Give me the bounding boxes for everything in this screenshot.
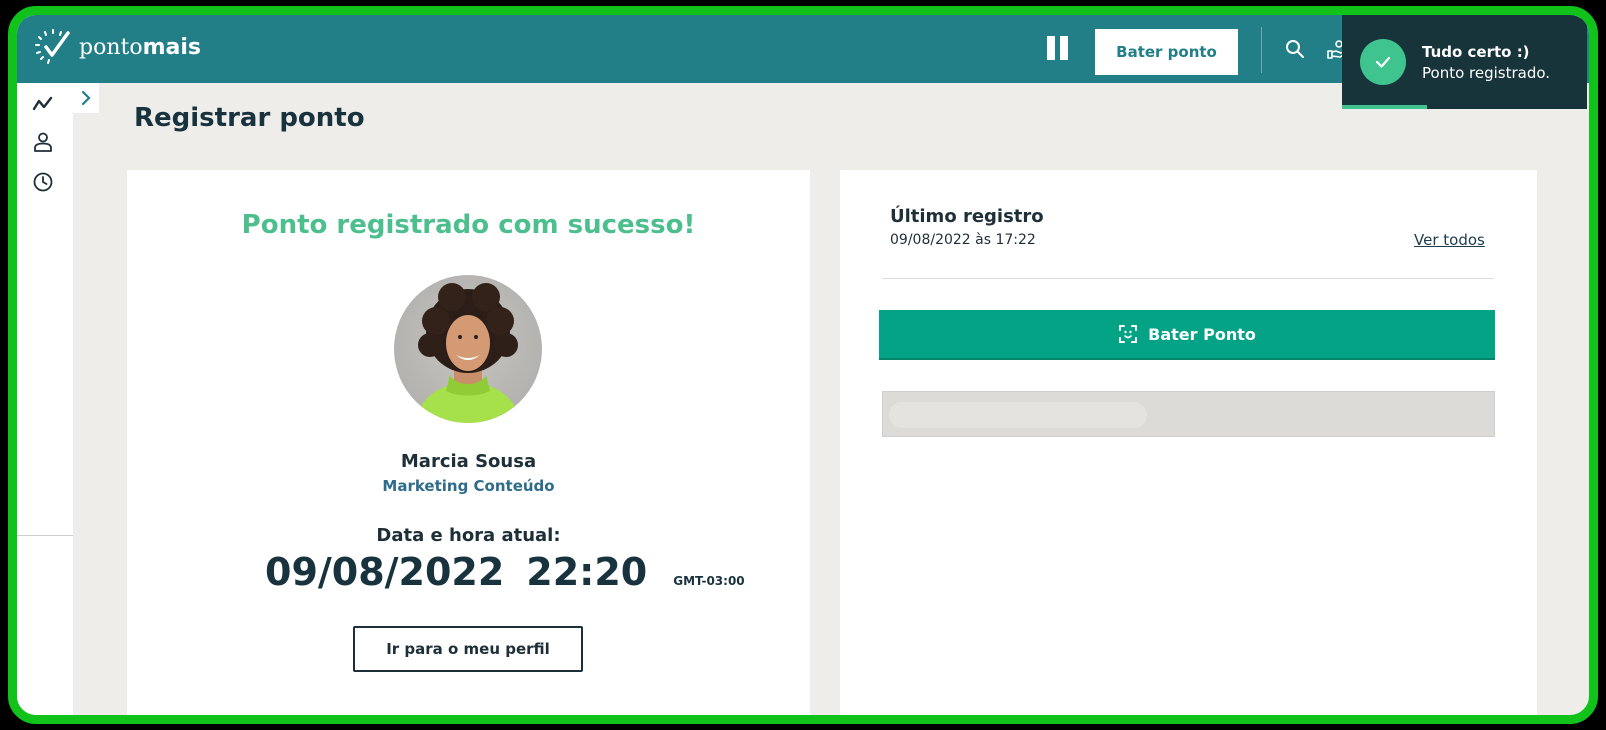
last-record-label: Último registro [890, 206, 1044, 227]
sidebar-expand-chevron-icon[interactable] [73, 83, 99, 113]
last-record-value: 09/08/2022 às 17:22 [890, 232, 1036, 248]
user-icon[interactable] [32, 131, 54, 153]
toast-title: Tudo certo :) [1422, 42, 1530, 61]
chart-line-icon[interactable] [32, 93, 54, 115]
logo-check-icon [35, 29, 70, 64]
success-toast[interactable]: Tudo certo :) Ponto registrado. [1342, 15, 1587, 109]
ultimo-registro-card: Último registro 09/08/2022 às 17:22 Ver … [840, 170, 1537, 715]
brand-name: pontomais [79, 34, 201, 60]
toast-text: Tudo certo :) Ponto registrado. [1422, 43, 1550, 82]
user-name: Marcia Sousa [400, 451, 537, 472]
app-window: pontomais Bater ponto Tudo certo :) Pont… [8, 6, 1598, 724]
pause-icon[interactable] [1047, 36, 1069, 60]
loading-placeholder [882, 391, 1495, 437]
current-datetime: 09/08/2022 22:20 GMT-03:00 [265, 550, 745, 594]
bater-ponto-label: Bater Ponto [1148, 324, 1256, 344]
toast-message: Ponto registrado. [1422, 63, 1551, 82]
datetime-label: Data e hora atual: [376, 525, 561, 546]
bater-ponto-top-button[interactable]: Bater ponto [1095, 29, 1238, 75]
toast-progress-bar [1342, 105, 1427, 109]
avatar [394, 275, 542, 423]
card-divider [882, 278, 1494, 279]
success-message: Ponto registrado com sucesso! [241, 210, 696, 240]
current-date: 09/08/2022 [265, 550, 505, 594]
loading-placeholder-bar [889, 402, 1147, 428]
sidebar [17, 83, 73, 715]
sidebar-divider [17, 535, 73, 536]
go-to-profile-button[interactable]: Ir para o meu perfil [353, 626, 583, 672]
scan-face-icon [1119, 325, 1138, 343]
ver-todos-link[interactable]: Ver todos [1414, 231, 1485, 249]
timezone: GMT-03:00 [673, 574, 745, 588]
page-title: Registrar ponto [134, 103, 365, 133]
user-department: Marketing Conteúdo [382, 477, 555, 495]
search-icon[interactable] [1285, 39, 1305, 59]
check-icon [1360, 39, 1406, 85]
avatar-portrait [414, 283, 522, 423]
brand-logo[interactable]: pontomais [33, 27, 201, 67]
screen-frame: pontomais Bater ponto Tudo certo :) Pont… [0, 0, 1606, 730]
registro-card: Ponto registrado com sucesso! Marcia Sou… [127, 170, 810, 715]
current-time: 22:20 [526, 550, 648, 594]
topbar-divider [1261, 27, 1262, 73]
clock-icon[interactable] [32, 171, 54, 193]
bater-ponto-button[interactable]: Bater Ponto [879, 310, 1495, 358]
